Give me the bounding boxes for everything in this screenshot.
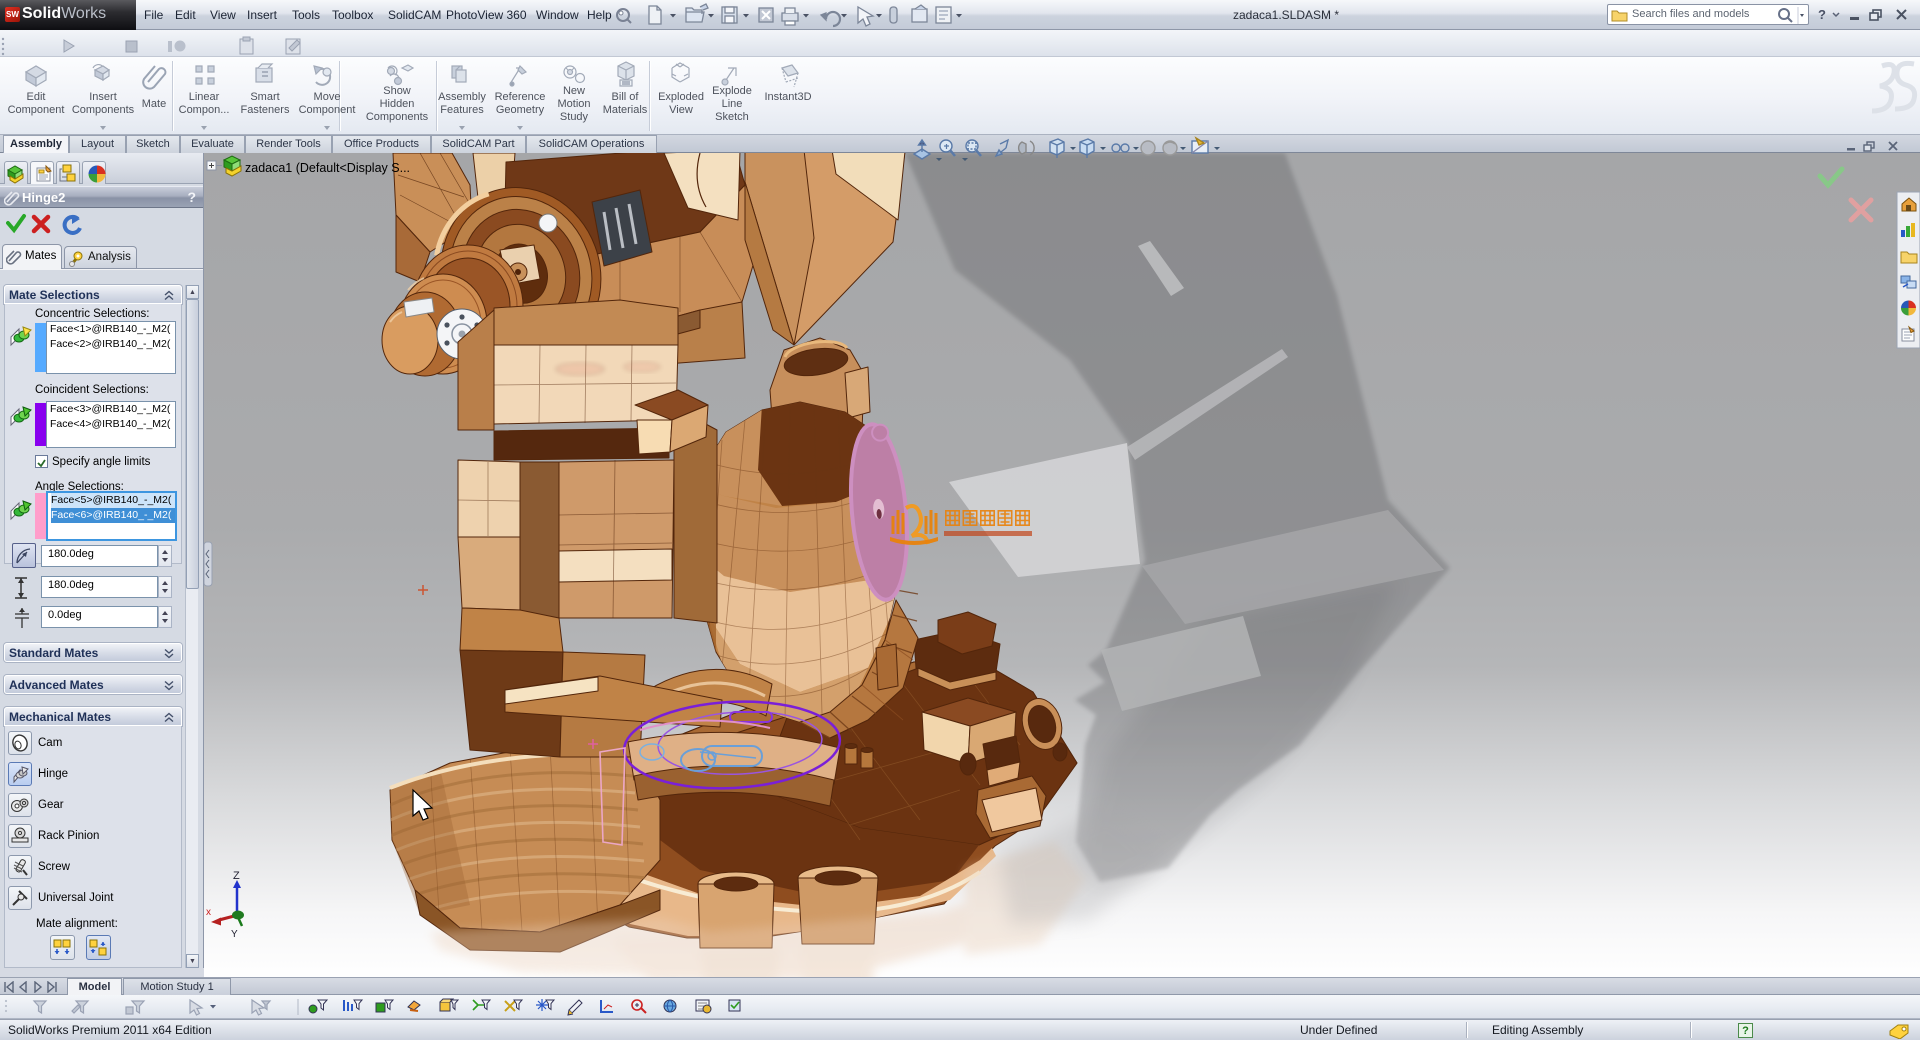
svg-text:Y: Y [231,929,238,940]
svg-text:Z: Z [233,870,240,882]
svg-text:zadaca1 (Default<Display S...: zadaca1 (Default<Display S... [245,161,410,175]
svg-text:x: x [206,907,211,918]
